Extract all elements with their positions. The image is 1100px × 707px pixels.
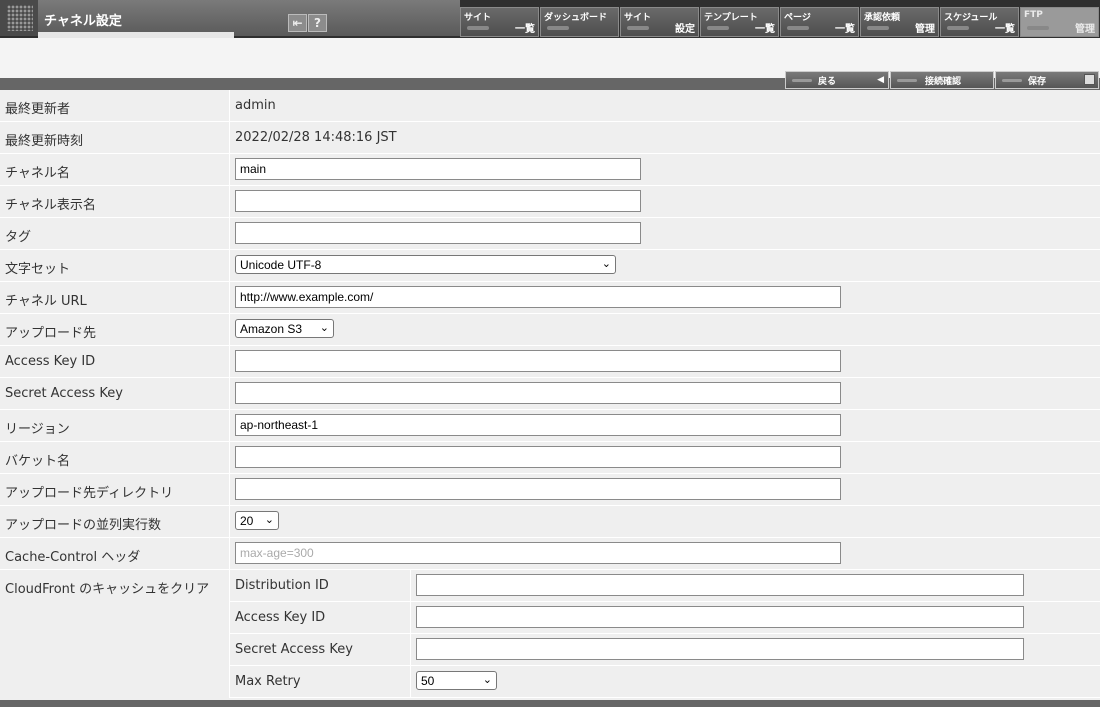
back-button[interactable]: 戻る ◀ — [785, 71, 889, 89]
bottom-bar — [0, 700, 1100, 707]
nav-ftp-manage[interactable]: FTP 管理 — [1020, 7, 1099, 37]
cache-control-input[interactable] — [235, 542, 841, 564]
bucket-input[interactable] — [235, 446, 841, 468]
row-cf-access-key: Access Key ID — [229, 602, 1100, 634]
save-button[interactable]: 保存 — [995, 71, 1099, 89]
row-upload-dir: アップロード先ディレクトリ — [0, 474, 1100, 506]
channel-name-input[interactable] — [235, 158, 641, 180]
row-upload-to: アップロード先 Amazon S3 ⌄ — [0, 314, 1100, 346]
row-cf-secret-key: Secret Access Key — [229, 634, 1100, 666]
top-header: チャネル設定 ⇤ ? サイト 一覧 ダッシュボード サイト 設定 テンプレート 一覧 … — [0, 0, 1100, 38]
row-tag: タグ — [0, 218, 1100, 250]
region-input[interactable] — [235, 414, 841, 436]
last-updated-value: 2022/02/28 14:48:16 JST — [235, 130, 397, 145]
row-channel-url: チャネル URL — [0, 282, 1100, 314]
upload-to-select[interactable]: Amazon S3 ⌄ — [235, 319, 334, 338]
logout-icon[interactable]: ⇤ — [288, 14, 307, 32]
access-key-input[interactable] — [235, 350, 841, 372]
row-cache-control: Cache-Control ヘッダ — [0, 538, 1100, 570]
app-logo[interactable] — [0, 0, 39, 36]
nav-approval[interactable]: 承認依頼 管理 — [860, 7, 939, 37]
nav-page-list[interactable]: ページ 一覧 — [780, 7, 859, 37]
main-nav: サイト 一覧 ダッシュボード サイト 設定 テンプレート 一覧 ページ 一覧 承認依頼管… — [460, 7, 1100, 38]
help-icon[interactable]: ? — [308, 14, 327, 32]
cf-secret-key-input[interactable] — [416, 638, 1024, 660]
nav-site-list[interactable]: サイト 一覧 — [460, 7, 539, 37]
row-channel-name: チャネル名 — [0, 154, 1100, 186]
triangle-left-icon: ◀ — [877, 75, 884, 85]
last-updater-value: admin — [235, 98, 276, 113]
row-region: リージョン — [0, 410, 1100, 442]
channel-settings-form: 最終更新者 admin 最終更新時刻 2022/02/28 14:48:16 J… — [0, 90, 1100, 698]
row-distribution-id: Distribution ID — [229, 570, 1100, 602]
display-name-input[interactable] — [235, 190, 641, 212]
upload-dir-input[interactable] — [235, 478, 841, 500]
row-last-updated: 最終更新時刻 2022/02/28 14:48:16 JST — [0, 122, 1100, 154]
row-secret-key: Secret Access Key — [0, 378, 1100, 410]
nav-template-list[interactable]: テンプレート 一覧 — [700, 7, 779, 37]
row-last-updater: 最終更新者 admin — [0, 90, 1100, 122]
save-disk-icon — [1084, 74, 1095, 85]
parallel-select[interactable]: 20 ⌄ — [235, 511, 279, 530]
row-charset: 文字セット Unicode UTF-8 ⌄ — [0, 250, 1100, 282]
chevron-down-icon: ⌄ — [482, 674, 492, 686]
nav-dashboard[interactable]: ダッシュボード — [540, 7, 619, 37]
secret-key-input[interactable] — [235, 382, 841, 404]
max-retry-select[interactable]: 50 ⌄ — [416, 671, 497, 690]
connection-test-button[interactable]: 接続確認 — [890, 71, 994, 89]
title-bar: チャネル設定 — [38, 0, 460, 36]
row-max-retry: Max Retry 50 ⌄ — [229, 666, 1100, 698]
row-bucket: バケット名 — [0, 442, 1100, 474]
chevron-down-icon: ⌄ — [264, 514, 274, 526]
chevron-down-icon: ⌄ — [601, 258, 611, 270]
row-parallel: アップロードの並列実行数 20 ⌄ — [0, 506, 1100, 538]
grid-icon — [7, 5, 33, 31]
chevron-down-icon: ⌄ — [319, 322, 329, 334]
action-buttons: 戻る ◀ 接続確認 保存 — [785, 71, 1100, 90]
channel-url-input[interactable] — [235, 286, 841, 308]
nav-site-settings[interactable]: サイト 設定 — [620, 7, 699, 37]
nav-schedule[interactable]: スケジュール 一覧 — [940, 7, 1019, 37]
page-title: チャネル設定 — [44, 14, 122, 29]
row-display-name: チャネル表示名 — [0, 186, 1100, 218]
cloudfront-section: CloudFront のキャッシュをクリア Distribution ID Ac… — [0, 570, 1100, 698]
charset-select[interactable]: Unicode UTF-8 ⌄ — [235, 255, 616, 274]
tag-input[interactable] — [235, 222, 641, 244]
row-access-key: Access Key ID — [0, 346, 1100, 378]
distribution-id-input[interactable] — [416, 574, 1024, 596]
cf-access-key-input[interactable] — [416, 606, 1024, 628]
